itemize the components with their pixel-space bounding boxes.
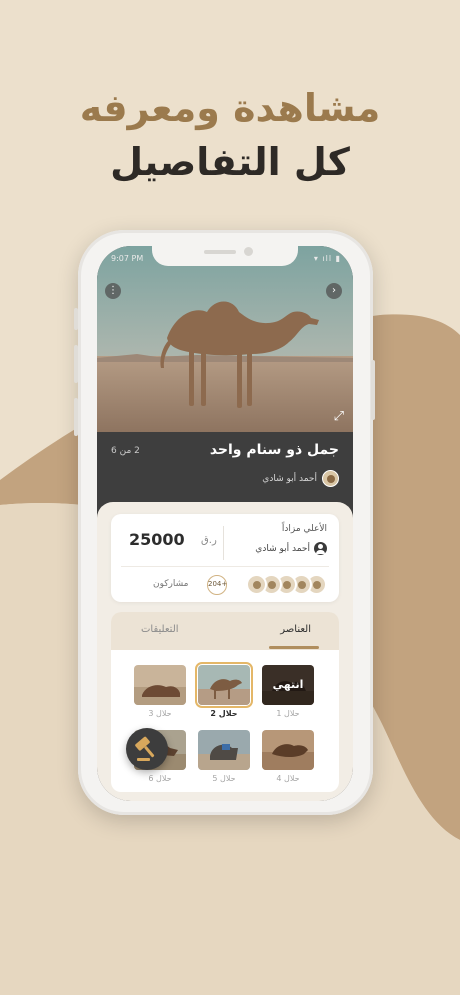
items-grid: انتهي حلال 1 حلال 2 حلال 3 حلال 4 حلال 5… [111, 650, 339, 792]
item-label: حلال 3 [148, 709, 172, 718]
expand-icon[interactable]: ⤢ [334, 410, 344, 423]
phone-side-button [74, 308, 78, 330]
grid-item[interactable]: انتهي حلال 1 [262, 665, 314, 718]
chevron-right-icon[interactable]: › [326, 283, 342, 299]
item-label: حلال 5 [212, 774, 236, 783]
item-label: حلال 6 [148, 774, 172, 783]
item-label: حلال 2 [210, 709, 238, 718]
item-thumbnail [262, 730, 314, 770]
status-time: 9:07 PM [111, 254, 144, 263]
item-thumbnail: انتهي [262, 665, 314, 705]
more-vertical-icon[interactable]: ⋮ [105, 283, 121, 299]
grid-item[interactable]: حلال 2 [195, 662, 253, 718]
item-thumbnail [198, 730, 250, 770]
seller-name: أحمد أبو شادي [262, 473, 317, 484]
bidder-info[interactable]: أحمد أبو شادي [255, 542, 327, 555]
headline-line-1: مشاهدة ومعرفه [79, 86, 381, 130]
seller-info[interactable]: أحمد أبو شادي [262, 470, 339, 487]
item-header: جمل ذو سنام واحد 2 من 6 أحمد أبو شادي [97, 432, 353, 512]
grid-item[interactable]: حلال 5 [198, 730, 250, 783]
tab-underline [269, 646, 319, 649]
bid-currency: ر.ق [201, 535, 217, 546]
status-bar: 9:07 PM ▾ ıll ▮ [97, 252, 353, 266]
phone-side-button [371, 360, 375, 420]
highest-bid-card: الأعلي مزاداً أحمد أبو شادي 25000 ر.ق 20… [111, 514, 339, 602]
bidder-name: أحمد أبو شادي [255, 543, 310, 554]
grid-item[interactable]: حلال 4 [262, 730, 314, 783]
divider [121, 566, 329, 567]
tab-items[interactable]: العناصر [280, 624, 311, 635]
avatar [246, 574, 267, 595]
item-title: جمل ذو سنام واحد [209, 442, 339, 458]
participants-row[interactable]: 204+ مشاركون [123, 574, 327, 596]
phone-side-button [74, 345, 78, 383]
tabs-bar: العناصر التعليقات [111, 612, 339, 650]
grid-item[interactable]: حلال 3 [134, 665, 186, 718]
bid-amount: 25000 [129, 530, 185, 549]
item-counter: 2 من 6 [111, 446, 140, 456]
seller-avatar [322, 470, 339, 487]
user-icon [314, 542, 327, 555]
item-thumbnail [134, 665, 186, 705]
participants-count: 204+ [207, 575, 227, 595]
highest-bid-label: الأعلي مزاداً [281, 524, 327, 534]
item-label: حلال 1 [276, 709, 300, 718]
phone-screen: 9:07 PM ▾ ıll ▮ ⋮ › ⤢ جمل ذو سنام واحد 2… [97, 246, 353, 801]
ended-overlay: انتهي [262, 665, 314, 705]
camel-hero-image [97, 246, 353, 432]
gavel-icon [135, 736, 155, 761]
phone-side-button [74, 398, 78, 436]
tab-comments[interactable]: التعليقات [141, 624, 179, 635]
headline-line-2: كل التفاصيل [110, 140, 350, 184]
participants-label: مشاركون [153, 579, 189, 589]
participant-avatars [246, 574, 327, 595]
signal-wifi-battery-icon: ▾ ıll ▮ [313, 254, 341, 263]
divider [223, 526, 224, 560]
item-label: حلال 4 [276, 774, 300, 783]
item-thumbnail [195, 662, 253, 708]
bid-fab-button[interactable] [126, 728, 168, 770]
